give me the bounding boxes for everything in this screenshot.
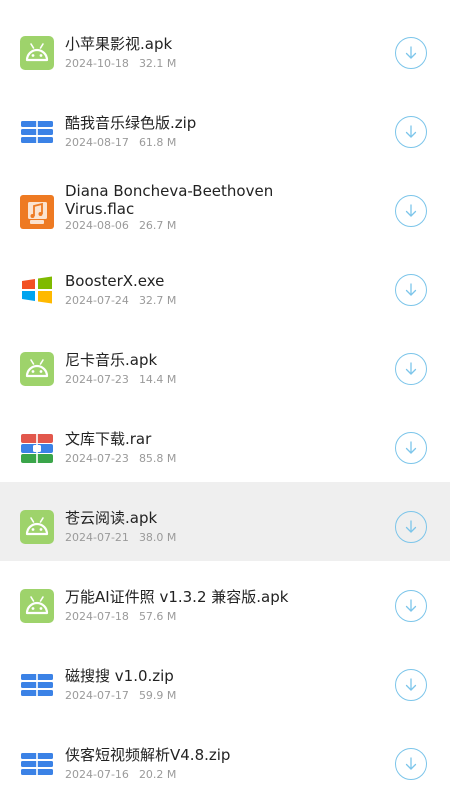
file-row[interactable]: 文库下载.rar 2024-07-23 85.8 M bbox=[0, 403, 450, 482]
download-button[interactable] bbox=[395, 511, 427, 543]
file-name: 尼卡音乐.apk bbox=[65, 351, 158, 369]
download-button[interactable] bbox=[395, 353, 427, 385]
file-row[interactable]: 尼卡音乐.apk 2024-07-23 14.4 M bbox=[0, 324, 450, 403]
download-button[interactable] bbox=[395, 669, 427, 701]
file-date: 2024-07-17 bbox=[65, 689, 129, 702]
file-meta: 2024-07-24 32.7 M bbox=[65, 294, 176, 307]
file-size: 20.2 M bbox=[138, 768, 177, 781]
android-icon bbox=[20, 589, 54, 623]
file-date: 2024-07-16 bbox=[65, 768, 129, 781]
file-name: Diana Boncheva-Beethoven Virus.flac bbox=[65, 182, 274, 218]
file-size: 38.0 M bbox=[138, 531, 177, 544]
file-row[interactable]: Diana Boncheva-Beethoven Virus.flac 2024-… bbox=[0, 166, 450, 245]
android-icon bbox=[20, 510, 54, 544]
file-date: 2024-07-24 bbox=[65, 294, 129, 307]
file-date: 2024-07-21 bbox=[65, 531, 129, 544]
download-button[interactable] bbox=[395, 37, 427, 69]
file-meta: 2024-07-23 85.8 M bbox=[65, 452, 176, 465]
file-row[interactable]: 酷我音乐绿色版.zip 2024-08-17 61.8 M bbox=[0, 87, 450, 166]
file-meta: 2024-08-06 26.7 M bbox=[65, 219, 176, 232]
file-name: BoosterX.exe bbox=[65, 272, 165, 290]
archive-zip-icon bbox=[20, 668, 54, 702]
file-size: 14.4 M bbox=[138, 373, 177, 386]
file-meta: 2024-07-23 14.4 M bbox=[65, 373, 176, 386]
file-name: 万能AI证件照 v1.3.2 兼容版.apk bbox=[65, 588, 289, 606]
file-meta: 2024-07-16 20.2 M bbox=[65, 768, 176, 781]
file-row[interactable]: 磁搜搜 v1.0.zip 2024-07-17 59.9 M bbox=[0, 640, 450, 719]
file-meta: 2024-07-18 57.6 M bbox=[65, 610, 176, 623]
download-button[interactable] bbox=[395, 590, 427, 622]
archive-rar-icon bbox=[20, 431, 54, 465]
file-name: 磁搜搜 v1.0.zip bbox=[65, 667, 174, 685]
download-button[interactable] bbox=[395, 432, 427, 464]
file-list: 小苹果影视.apk 2024-10-18 32.1 M 酷我音乐绿色版.zip 2024… bbox=[0, 0, 450, 800]
download-button[interactable] bbox=[395, 195, 427, 227]
file-date: 2024-08-06 bbox=[65, 219, 129, 232]
file-date: 2024-07-18 bbox=[65, 610, 129, 623]
file-meta: 2024-10-18 32.1 M bbox=[65, 57, 176, 70]
file-meta: 2024-07-21 38.0 M bbox=[65, 531, 176, 544]
file-name: 侠客短视频解析V4.8.zip bbox=[65, 746, 231, 764]
file-size: 57.6 M bbox=[138, 610, 177, 623]
file-size: 85.8 M bbox=[138, 452, 177, 465]
download-button[interactable] bbox=[395, 116, 427, 148]
file-date: 2024-10-18 bbox=[65, 57, 129, 70]
audio-file-icon bbox=[20, 195, 54, 229]
file-size: 32.1 M bbox=[138, 57, 177, 70]
file-row[interactable]: 小苹果影视.apk 2024-10-18 32.1 M bbox=[0, 8, 450, 87]
file-row[interactable]: 万能AI证件照 v1.3.2 兼容版.apk 2024-07-18 57.6 M bbox=[0, 561, 450, 640]
file-name: 文库下载.rar bbox=[65, 430, 152, 448]
file-row[interactable]: BoosterX.exe 2024-07-24 32.7 M bbox=[0, 245, 450, 324]
windows-exe-icon bbox=[20, 273, 54, 307]
download-button[interactable] bbox=[395, 274, 427, 306]
download-button[interactable] bbox=[395, 748, 427, 780]
file-date: 2024-07-23 bbox=[65, 373, 129, 386]
file-size: 59.9 M bbox=[138, 689, 177, 702]
archive-zip-icon bbox=[20, 115, 54, 149]
file-row[interactable]: 苍云阅读.apk 2024-07-21 38.0 M bbox=[0, 482, 450, 561]
file-meta: 2024-07-17 59.9 M bbox=[65, 689, 176, 702]
file-name: 小苹果影视.apk bbox=[65, 35, 173, 53]
file-size: 32.7 M bbox=[138, 294, 177, 307]
file-date: 2024-08-17 bbox=[65, 136, 129, 149]
file-size: 61.8 M bbox=[138, 136, 177, 149]
android-icon bbox=[20, 352, 54, 386]
file-size: 26.7 M bbox=[138, 219, 177, 232]
file-name: 酷我音乐绿色版.zip bbox=[65, 114, 197, 132]
archive-zip-icon bbox=[20, 747, 54, 781]
file-row[interactable]: 侠客短视频解析V4.8.zip 2024-07-16 20.2 M bbox=[0, 719, 450, 798]
file-meta: 2024-08-17 61.8 M bbox=[65, 136, 176, 149]
file-date: 2024-07-23 bbox=[65, 452, 129, 465]
file-name: 苍云阅读.apk bbox=[65, 509, 158, 527]
android-icon bbox=[20, 36, 54, 70]
